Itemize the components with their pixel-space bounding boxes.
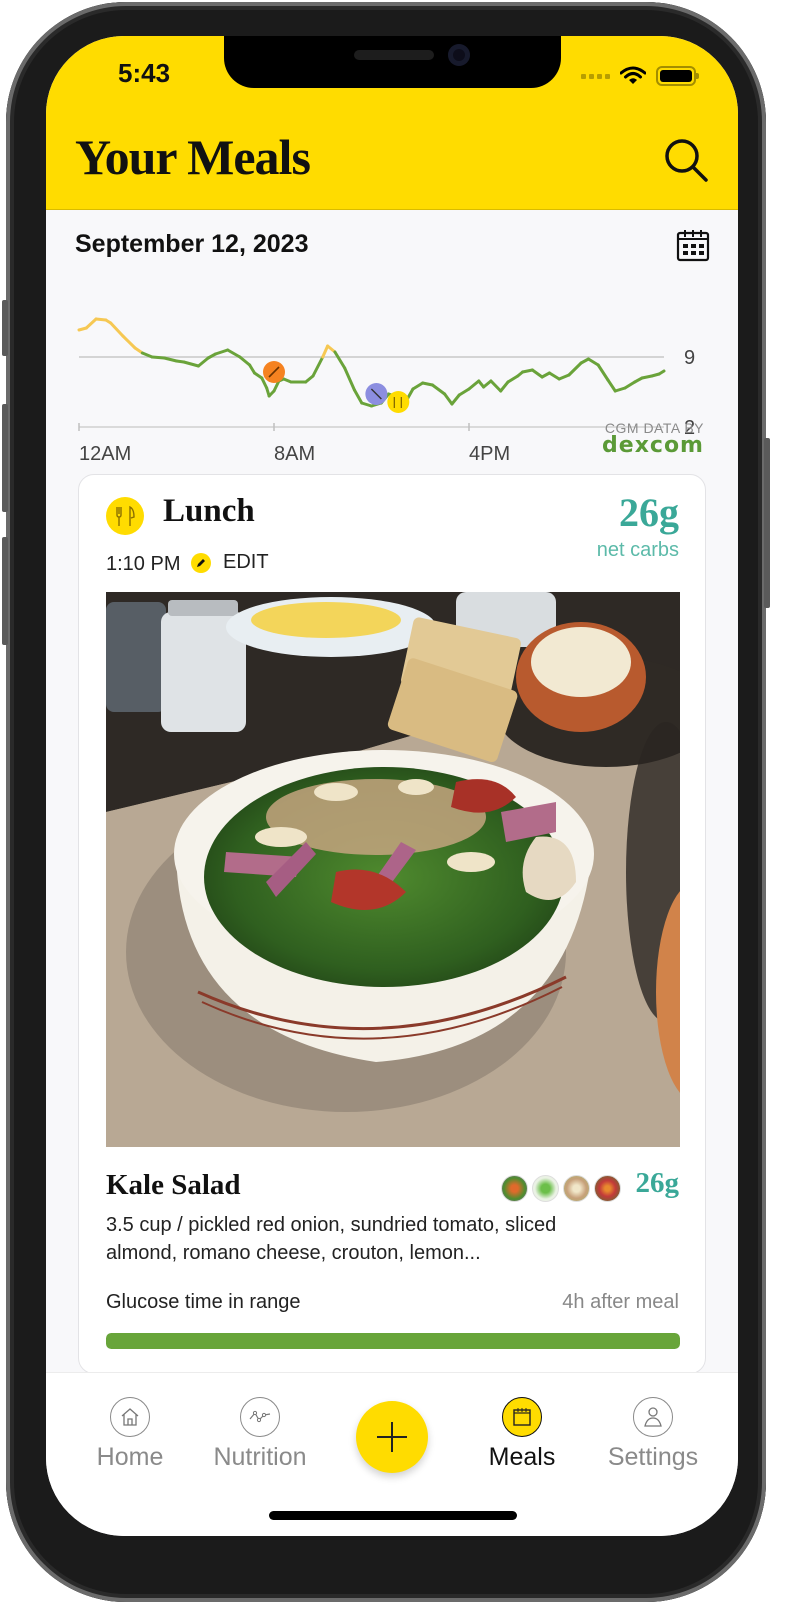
glucose-line-segment xyxy=(623,380,637,390)
glucose-line-segment xyxy=(657,369,666,376)
glucose-line-segment xyxy=(606,378,617,393)
calendar-icon[interactable] xyxy=(676,228,710,262)
search-icon[interactable] xyxy=(662,136,710,184)
x-tick-label: 4PM xyxy=(469,443,510,465)
glucose-line-segment xyxy=(596,363,610,382)
glucose-line-segment xyxy=(430,383,447,396)
glucose-line-segment xyxy=(343,366,356,392)
phone-frame: 5:43 Your Meals September 12, 2023 9 2 1… xyxy=(2,2,770,1602)
mute-switch xyxy=(2,300,8,356)
net-carbs-label: net carbs xyxy=(596,539,679,561)
volume-up-button xyxy=(2,404,8,512)
glucose-line-segment xyxy=(567,361,583,377)
glucose-line-segment xyxy=(182,360,200,368)
nuts-seeds-icon xyxy=(563,1175,590,1202)
glucose-line-segment xyxy=(467,379,481,391)
meal-time: 1:10 PM xyxy=(106,553,181,575)
person-icon xyxy=(633,1397,673,1437)
volume-down-button xyxy=(2,537,8,645)
mixed-vegetables-icon xyxy=(501,1175,528,1202)
nutrition-chart-icon xyxy=(240,1397,280,1437)
battery-icon xyxy=(656,66,699,86)
add-meal-button[interactable] xyxy=(356,1401,428,1473)
plus-icon xyxy=(377,1422,407,1452)
food-description: 3.5 cup / pickled red onion, sundried to… xyxy=(106,1214,557,1264)
glucose-line-segment xyxy=(457,387,471,397)
glucose-line-segment xyxy=(84,317,98,330)
tab-meals-label: Meals xyxy=(488,1443,556,1471)
app-header: 5:43 Your Meals xyxy=(46,36,738,210)
glucose-line-segment xyxy=(530,368,544,379)
y-tick-label: 9 xyxy=(684,347,695,369)
glucose-line-segment xyxy=(162,356,178,363)
glucose-line-segment xyxy=(586,357,600,367)
glucose-line-segment xyxy=(557,373,571,381)
x-tick-label: 12AM xyxy=(79,443,131,465)
ingredient-icons xyxy=(501,1175,621,1202)
meal-type: Lunch xyxy=(163,493,255,529)
glucose-line-segment xyxy=(443,392,454,406)
glucose-line-segment xyxy=(196,356,210,368)
glucose-line-segment xyxy=(311,355,325,378)
screen: 5:43 Your Meals September 12, 2023 9 2 1… xyxy=(46,36,738,1536)
glucose-line-segment xyxy=(121,334,137,350)
power-button xyxy=(764,438,770,608)
home-icon xyxy=(110,1397,150,1437)
glucose-line-segment xyxy=(352,388,364,405)
glucose-line-segment xyxy=(226,348,242,359)
tab-home[interactable]: Home xyxy=(70,1397,190,1472)
page-title: Your Meals xyxy=(75,129,311,185)
front-camera xyxy=(448,44,470,66)
glucose-line-segment xyxy=(489,379,503,393)
home-indicator[interactable] xyxy=(269,1511,517,1520)
tab-nutrition-label: Nutrition xyxy=(213,1443,307,1471)
fork-knife-icon xyxy=(387,391,410,413)
tab-meals[interactable]: Meals xyxy=(462,1397,582,1472)
glucose-line-segment xyxy=(333,350,347,370)
glucose-line-segment xyxy=(150,355,166,360)
salad-bowl-icon xyxy=(594,1175,621,1202)
meal-card[interactable]: Lunch 26g net carbs 1:10 PM EDIT Kale Sa… xyxy=(78,474,706,1374)
edit-label: EDIT xyxy=(223,551,269,573)
food-carbs: 26g xyxy=(635,1167,680,1199)
glucose-line-segment xyxy=(506,374,520,384)
status-indicators xyxy=(581,66,699,86)
fork-knife-icon xyxy=(106,497,144,535)
cgm-attribution: CGM DATA BY DEXCOM xyxy=(602,420,704,458)
leafy-greens-icon xyxy=(532,1175,559,1202)
glucose-line-segment xyxy=(450,393,461,406)
meal-photo[interactable] xyxy=(106,592,680,1147)
dexcom-logo: DEXCOM xyxy=(602,433,704,458)
glucose-line-segment xyxy=(613,386,627,393)
net-carbs-value: 26g xyxy=(619,490,679,535)
x-tick-label: 8AM xyxy=(274,443,315,465)
pencil-icon xyxy=(191,552,211,573)
glucose-line-segment xyxy=(547,371,561,381)
edit-button[interactable]: EDIT xyxy=(191,551,269,574)
wifi-icon xyxy=(620,66,646,84)
glucose-line-segment xyxy=(321,344,330,359)
glucose-line-segment xyxy=(499,380,510,393)
selected-date: September 12, 2023 xyxy=(75,230,309,258)
glucose-line-segment xyxy=(411,381,425,391)
status-time: 5:43 xyxy=(118,58,171,88)
tab-nutrition[interactable]: Nutrition xyxy=(200,1397,320,1472)
food-name: Kale Salad xyxy=(106,1169,241,1201)
tab-settings[interactable]: Settings xyxy=(593,1397,713,1472)
tab-home-label: Home xyxy=(96,1443,164,1471)
tab-settings-label: Settings xyxy=(607,1443,699,1471)
glucose-tir-bar xyxy=(106,1333,680,1349)
glucose-line-segment xyxy=(109,321,125,338)
glucose-tir-window: 4h after meal xyxy=(562,1291,679,1313)
glucose-line-segment xyxy=(360,401,373,408)
glucose-line-segment xyxy=(214,348,230,356)
glucose-tir-fill xyxy=(106,1333,680,1349)
glucose-tir-label: Glucose time in range xyxy=(106,1291,301,1313)
notch xyxy=(224,36,561,88)
cellular-signal-icon xyxy=(581,73,610,79)
glucose-line-segment xyxy=(238,355,252,367)
calendar-icon xyxy=(502,1397,542,1437)
speaker xyxy=(354,50,434,60)
